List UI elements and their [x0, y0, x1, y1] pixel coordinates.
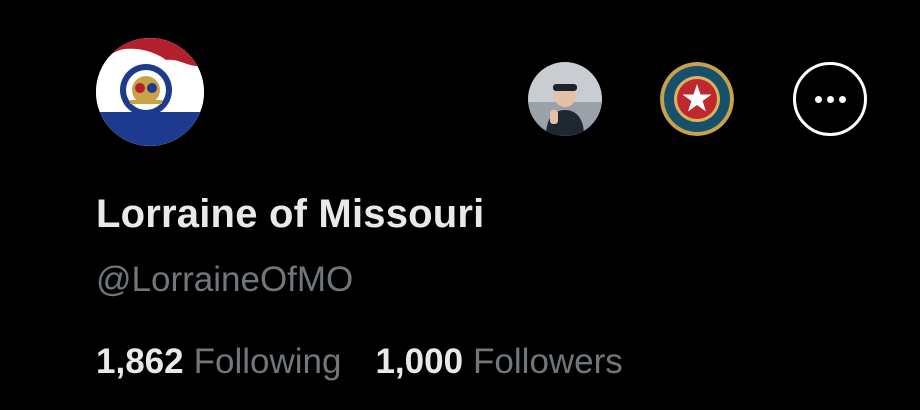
followers-count: 1,000 [375, 342, 464, 381]
missouri-flag-seal-icon [96, 38, 204, 146]
followers-label: Followers [473, 342, 623, 381]
profile-avatar[interactable] [96, 38, 204, 146]
more-options-button[interactable] [793, 62, 867, 136]
affiliate-badge[interactable] [660, 62, 734, 136]
following-label: Following [193, 342, 342, 381]
star-badge-icon [660, 62, 734, 136]
display-name: Lorraine of Missouri [96, 192, 485, 236]
person-avatar-icon [528, 62, 602, 136]
user-handle: @LorraineOfMO [96, 260, 354, 299]
following-count: 1,862 [96, 342, 184, 381]
followers-link[interactable]: 1,000 Followers [375, 342, 622, 382]
profile-stats: 1,862 Following 1,000 Followers [96, 342, 623, 382]
mutual-follower-avatar[interactable] [528, 62, 602, 136]
following-link[interactable]: 1,862 Following [96, 342, 341, 382]
more-options-icon [814, 95, 846, 103]
